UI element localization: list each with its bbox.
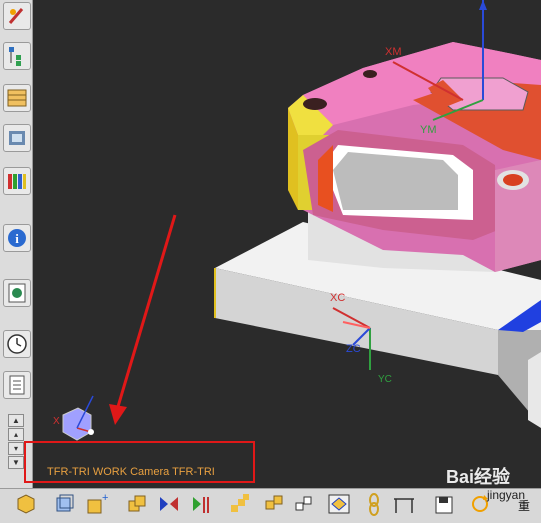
- assembly-icon[interactable]: [262, 491, 286, 517]
- move-component-icon[interactable]: [125, 491, 149, 517]
- xc-axis-label: XC: [330, 292, 346, 304]
- web-browser-icon[interactable]: [3, 279, 31, 307]
- box-icon[interactable]: [14, 491, 38, 517]
- ym-axis-label: YM: [420, 124, 437, 136]
- graphics-viewport[interactable]: XM YM XC ZC YC X: [33, 0, 541, 488]
- display-icon[interactable]: [327, 491, 351, 517]
- part-navigator-icon[interactable]: [3, 84, 31, 112]
- cube-view-icon[interactable]: [52, 491, 76, 517]
- clock-icon[interactable]: [3, 330, 31, 358]
- assembly-navigator-icon[interactable]: [3, 42, 31, 70]
- xm-axis-label: XM: [385, 46, 402, 58]
- scroll-down-button[interactable]: ▾: [8, 442, 24, 455]
- resource-bar-scroller: ▲ ▴ ▾ ▼: [8, 414, 24, 482]
- constraint-icon[interactable]: [190, 491, 214, 517]
- scroll-up-button[interactable]: ▴: [8, 428, 24, 441]
- info-icon[interactable]: i: [3, 224, 31, 252]
- triad-x-label: X: [53, 416, 60, 427]
- layer-icon[interactable]: [292, 491, 316, 517]
- chain-icon[interactable]: [362, 491, 386, 517]
- scroll-bottom-button[interactable]: ▼: [8, 456, 24, 469]
- history-icon[interactable]: [3, 167, 31, 195]
- reuse-library-icon[interactable]: [3, 124, 31, 152]
- zc-axis-label: ZC: [346, 343, 361, 355]
- bottom-toolbar: + 重: [0, 488, 541, 523]
- yc-axis-label: YC: [378, 374, 392, 385]
- baidu-watermark: Bai经验: [446, 467, 511, 487]
- sketch-icon[interactable]: [3, 2, 31, 30]
- baidu-watermark-sub: jingyan: [487, 488, 526, 502]
- system-materials-icon[interactable]: [3, 371, 31, 399]
- pattern-icon[interactable]: [228, 491, 252, 517]
- svg-text:i: i: [15, 231, 19, 246]
- resource-bar: i ▲ ▴ ▾ ▼: [0, 0, 33, 488]
- view-triad: [62, 395, 94, 441]
- annotation-arrow: [109, 214, 177, 425]
- mirror-icon[interactable]: [157, 491, 181, 517]
- svg-text:+: +: [102, 492, 108, 504]
- add-component-icon[interactable]: +: [84, 491, 108, 517]
- view-status-text: TFR-TRI WORK Camera TFR-TRI: [47, 466, 215, 478]
- camera-part: [288, 42, 541, 272]
- measure-icon[interactable]: [392, 491, 416, 517]
- save-icon[interactable]: [432, 491, 456, 517]
- scroll-top-button[interactable]: ▲: [8, 414, 24, 427]
